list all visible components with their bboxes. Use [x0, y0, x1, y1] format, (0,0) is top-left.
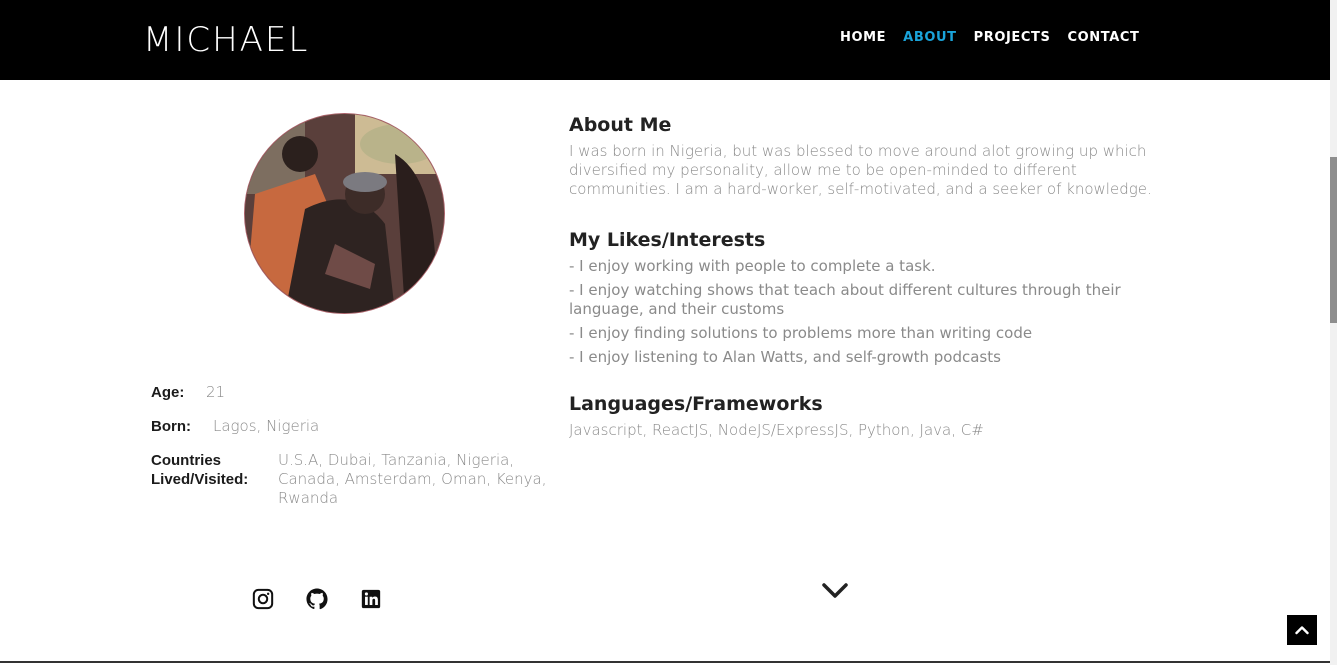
age-row: Age: 21	[151, 383, 225, 402]
languages-text: Javascript, ReactJS, NodeJS/ExpressJS, P…	[569, 421, 984, 439]
github-icon[interactable]	[306, 588, 328, 610]
chevron-down-icon[interactable]	[822, 582, 848, 600]
scrollbar-thumb[interactable]	[1330, 157, 1337, 323]
brand-logo[interactable]: MICHAEL	[143, 20, 309, 60]
chevron-up-icon	[1295, 626, 1309, 635]
nav-contact[interactable]: CONTACT	[1068, 30, 1140, 46]
instagram-icon[interactable]	[252, 588, 274, 610]
profile-avatar	[244, 113, 445, 314]
age-value: 21	[206, 383, 226, 401]
social-links	[252, 588, 414, 610]
age-label: Age:	[151, 384, 185, 401]
list-item: - I enjoy listening to Alan Watts, and s…	[569, 348, 1001, 366]
nav-home[interactable]: HOME	[840, 30, 886, 46]
countries-label: Countries Lived/Visited:	[151, 452, 249, 488]
list-item: - I enjoy finding solutions to problems …	[569, 324, 1033, 342]
linkedin-icon-svg	[361, 589, 381, 609]
likes-list: - I enjoy working with people to complet…	[569, 257, 1159, 367]
instagram-icon-svg	[252, 588, 274, 610]
navbar: MICHAEL HOME ABOUT PROJECTS CONTACT	[0, 0, 1330, 80]
born-value: Lagos, Nigeria	[213, 417, 320, 435]
countries-row: Countries Lived/Visited: U.S.A, Dubai, T…	[151, 451, 551, 507]
born-row: Born: Lagos, Nigeria	[151, 417, 319, 436]
languages-title: Languages/Frameworks	[569, 393, 823, 415]
nav-about[interactable]: ABOUT	[903, 30, 956, 46]
nav-projects[interactable]: PROJECTS	[974, 30, 1051, 46]
about-title: About Me	[569, 114, 672, 136]
github-icon-svg	[306, 588, 328, 610]
countries-value: U.S.A, Dubai, Tanzania, Nigeria, Canada,…	[278, 451, 547, 507]
about-text: I was born in Nigeria, but was blessed t…	[569, 142, 1152, 198]
likes-title: My Likes/Interests	[569, 229, 766, 251]
back-to-top-button[interactable]	[1287, 615, 1317, 645]
about-content: About Me I was born in Nigeria, but was …	[569, 114, 1159, 440]
list-item: - I enjoy working with people to complet…	[569, 257, 936, 275]
avatar-photo	[245, 114, 444, 313]
bottom-divider	[0, 661, 1330, 663]
linkedin-icon[interactable]	[360, 588, 382, 610]
scrollbar-track[interactable]	[1330, 0, 1337, 665]
born-label: Born:	[151, 418, 191, 435]
main-nav: HOME ABOUT PROJECTS CONTACT	[840, 30, 1157, 46]
list-item: - I enjoy watching shows that teach abou…	[569, 281, 1121, 318]
